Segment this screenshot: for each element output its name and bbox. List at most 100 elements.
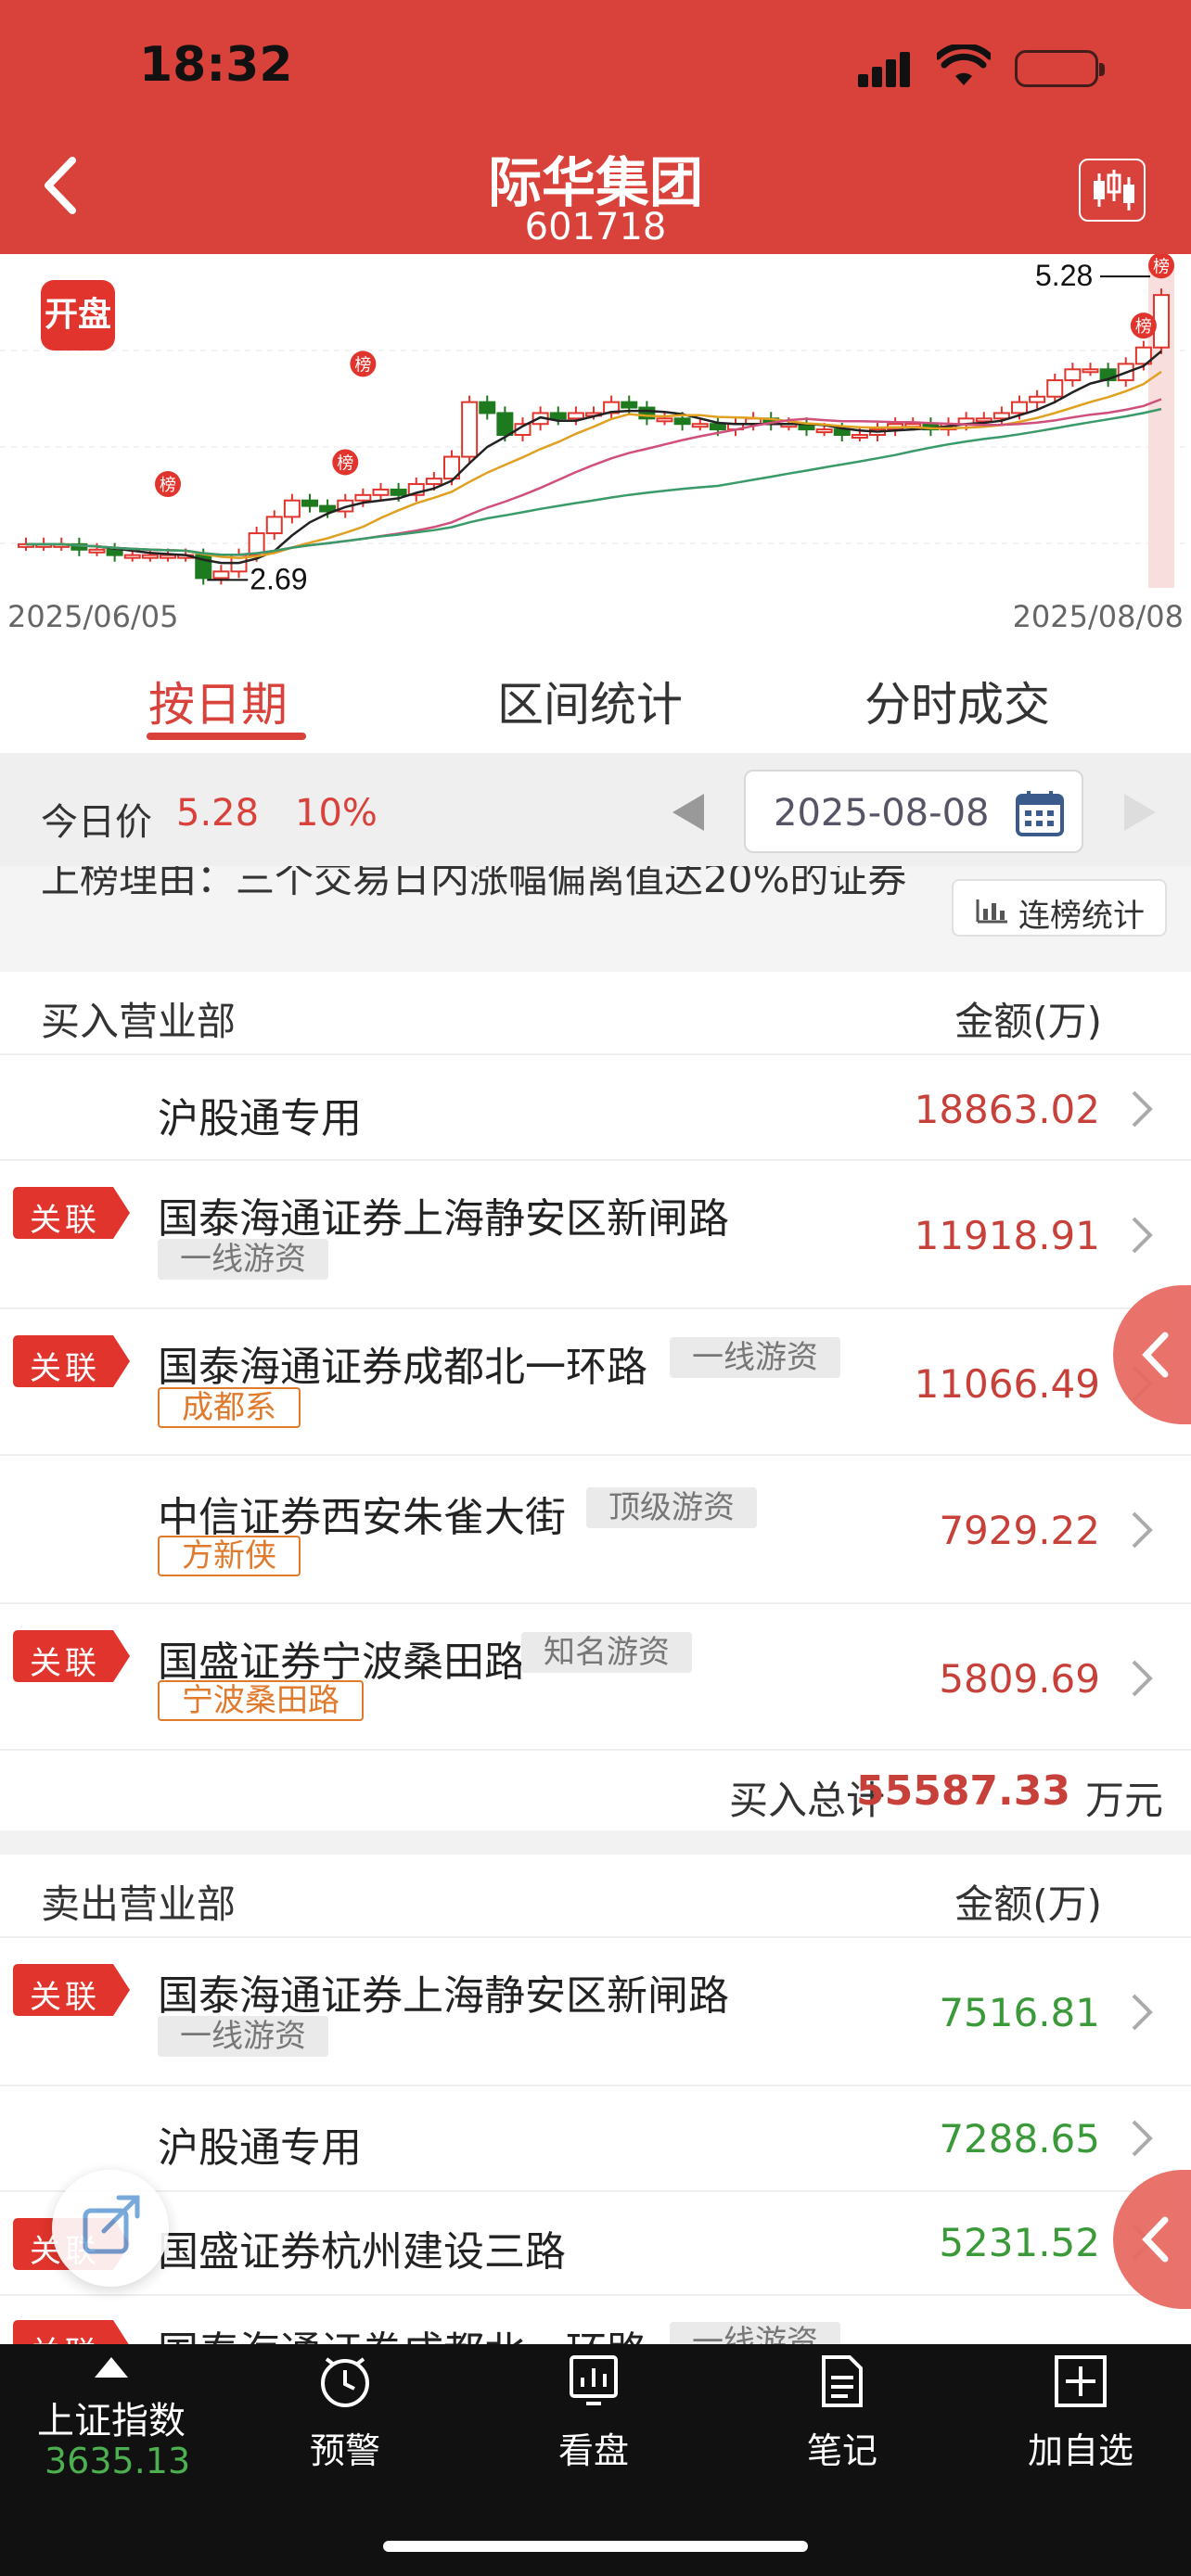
- buy-row[interactable]: 中信证券西安朱雀大街 顶级游资 方新侠 7929.22: [0, 1456, 1191, 1604]
- candle-body: [461, 401, 479, 458]
- home-indicator: [383, 2541, 808, 2552]
- sell-row[interactable]: 关联 国盛证券杭州建设三路 5231.52: [0, 2192, 1191, 2296]
- candle-body: [265, 516, 283, 535]
- date-value: 2025-08-08: [774, 792, 990, 835]
- cellular-signal-icon: [858, 50, 921, 87]
- candle-body: [567, 412, 584, 420]
- branch-name: 国盛证券宁波桑田路: [158, 1639, 525, 1686]
- trader-group-tag[interactable]: 方新侠: [158, 1536, 301, 1576]
- tab-by-date[interactable]: 按日期: [148, 668, 288, 734]
- alarm-clock-icon: [321, 2357, 369, 2407]
- related-badge-label: 关联: [30, 1350, 100, 1387]
- wifi-icon: [937, 45, 991, 85]
- candle-body: [992, 412, 1010, 420]
- status-time: 18:32: [139, 37, 293, 93]
- trader-type-tag: 一线游资: [158, 1239, 328, 1280]
- buy-amount: 7929.22: [939, 1508, 1100, 1553]
- alert-button[interactable]: 预警: [299, 2353, 391, 2473]
- sell-row[interactable]: 关联 国泰海通证券上海静安区新闸路 一线游资 7516.81: [0, 1938, 1191, 2086]
- related-badge[interactable]: 关联: [13, 1335, 130, 1387]
- candle-body: [1064, 368, 1082, 382]
- sell-amount: 7288.65: [939, 2116, 1100, 2162]
- tab-range-stats[interactable]: 区间统计: [497, 668, 683, 734]
- buy-row[interactable]: 关联 国泰海通证券成都北一环路 一线游资 成都系 11066.49: [0, 1309, 1191, 1456]
- trader-group-tag[interactable]: 宁波桑田路: [158, 1680, 364, 1721]
- candle-body: [425, 478, 442, 486]
- buy-section-header: 买入营业部 金额(万): [0, 972, 1191, 1055]
- candle-body: [656, 417, 673, 423]
- header-bar: 18:32 际华集团 601718: [0, 0, 1191, 254]
- candle-body: [354, 493, 372, 502]
- chevron-right-icon: [1132, 2120, 1153, 2157]
- sell-header-label: 卖出营业部: [41, 1881, 237, 1927]
- monitor-chart-icon: [570, 2355, 618, 2405]
- candle-body: [549, 412, 567, 420]
- today-price-label: 今日价: [41, 801, 152, 844]
- ma5-line: [26, 350, 1162, 565]
- candle-body: [673, 417, 691, 426]
- branch-name: 国泰海通证券上海静安区新闸路: [158, 1972, 729, 2020]
- buy-row[interactable]: 关联 国泰海通证券上海静安区新闸路 一线游资 11918.91: [0, 1161, 1191, 1309]
- buy-total: 买入总计 55587.33 万元: [0, 1751, 1191, 1830]
- tab-tick-trades[interactable]: 分时成交: [864, 668, 1050, 734]
- related-badge[interactable]: 关联: [13, 1187, 130, 1239]
- watch-market-button[interactable]: 看盘: [547, 2353, 640, 2473]
- index-value: 3635.13: [45, 2441, 191, 2481]
- sell-row[interactable]: 沪股通专用 7288.65: [0, 2086, 1191, 2192]
- kline-chart[interactable]: 2.69 5.28 榜榜榜榜榜: [0, 252, 1191, 640]
- buy-row[interactable]: 关联 国盛证券宁波桑田路 知名游资 宁波桑田路 5809.69: [0, 1604, 1191, 1751]
- candle-body: [372, 488, 390, 496]
- chart-start-date: 2025/06/05: [7, 599, 179, 634]
- related-badge[interactable]: 关联: [13, 1630, 130, 1682]
- related-badge-label: 关联: [30, 1202, 100, 1239]
- buy-row[interactable]: 沪股通专用 18863.02: [0, 1055, 1191, 1161]
- buy-total-value: 55587.33: [855, 1767, 1070, 1815]
- high-price-label: 5.28: [1035, 259, 1093, 292]
- trader-type-tag: 顶级游资: [586, 1487, 757, 1528]
- list-marker-label: 榜: [354, 355, 371, 375]
- kline-toggle-button[interactable]: [1079, 159, 1146, 222]
- plus-box-icon: [1055, 2355, 1107, 2407]
- prev-date-arrow-icon[interactable]: [672, 794, 704, 831]
- related-badge[interactable]: 关联: [13, 1964, 130, 2016]
- sell-amount: 5231.52: [939, 2220, 1100, 2265]
- candle-body: [851, 434, 868, 439]
- candle-body: [975, 417, 992, 423]
- list-marker-label: 榜: [337, 453, 353, 473]
- sell-row[interactable]: 关联 国泰海通证券成都北一环路 一线游资: [0, 2296, 1191, 2352]
- related-badge-label: 关联: [30, 1979, 100, 2016]
- today-price: 5.28: [176, 792, 260, 835]
- candle-body: [1046, 379, 1064, 398]
- share-button[interactable]: [52, 2170, 169, 2287]
- share-icon: [83, 2195, 140, 2254]
- trader-group-tag[interactable]: 成都系: [158, 1387, 301, 1428]
- index-name[interactable]: 上证指数: [37, 2391, 186, 2444]
- note-icon: [822, 2355, 863, 2407]
- chevron-left-icon: [1142, 2216, 1169, 2263]
- add-watchlist-button[interactable]: 加自选: [1020, 2353, 1141, 2473]
- next-date-arrow-icon[interactable]: [1124, 794, 1156, 831]
- listing-reason-text: 上榜理由：三个交易日内涨幅偏离值达20%的证券: [41, 866, 907, 901]
- branch-name: 沪股通专用: [158, 1095, 362, 1142]
- low-price-label: 2.69: [250, 562, 307, 595]
- candle-body: [141, 554, 159, 559]
- buy-amount: 11066.49: [914, 1361, 1100, 1407]
- date-picker[interactable]: 2025-08-08: [744, 770, 1083, 853]
- trader-type-tag: 一线游资: [158, 2016, 328, 2057]
- candle-body: [123, 554, 141, 559]
- open-badge[interactable]: 开盘: [41, 280, 115, 351]
- consecutive-list-stats-button[interactable]: 连榜统计: [952, 879, 1167, 937]
- candle-body: [160, 554, 176, 559]
- sell-section-header: 卖出营业部 金额(万): [0, 1855, 1191, 1938]
- candle-body: [1029, 395, 1046, 403]
- expand-up-arrow-icon[interactable]: [95, 2357, 128, 2378]
- candle-body: [390, 488, 407, 496]
- chart-end-date: 2025/08/08: [1012, 599, 1184, 634]
- date-bar: 今日价 5.28 10% 2025-08-08: [0, 753, 1191, 866]
- candle-body: [496, 412, 514, 437]
- list-marker-label: 榜: [1135, 317, 1152, 337]
- candle-body: [1153, 294, 1170, 349]
- notes-button[interactable]: 笔记: [796, 2353, 889, 2473]
- bar-chart-icon: [976, 899, 1007, 924]
- list-marker-label: 榜: [160, 476, 176, 495]
